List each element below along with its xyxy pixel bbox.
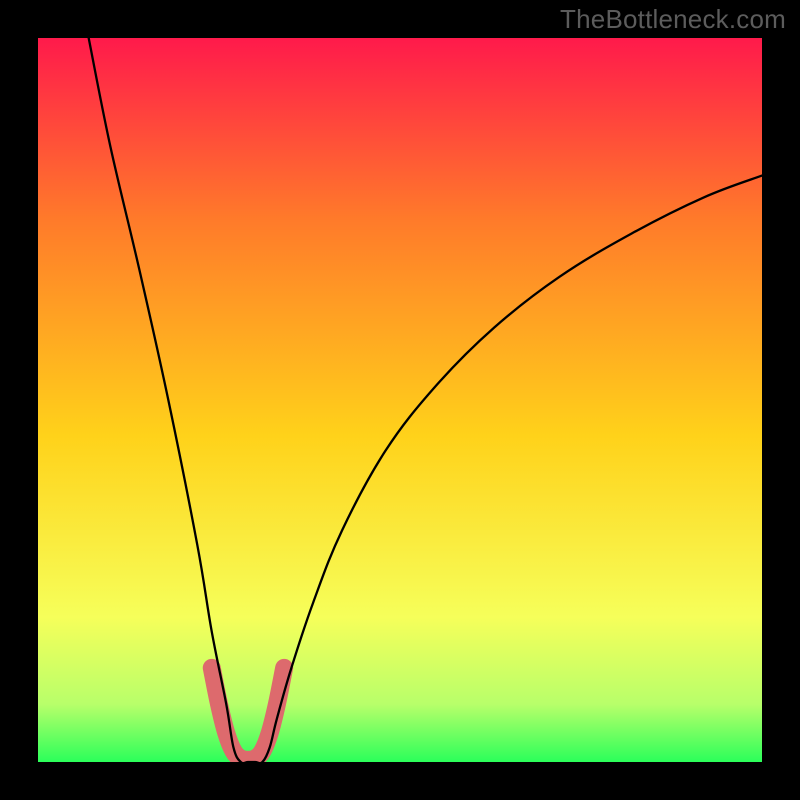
chart-canvas (0, 0, 800, 800)
chart-background-gradient (38, 38, 762, 762)
bottleneck-chart: TheBottleneck.com (0, 0, 800, 800)
watermark-text: TheBottleneck.com (560, 4, 786, 35)
